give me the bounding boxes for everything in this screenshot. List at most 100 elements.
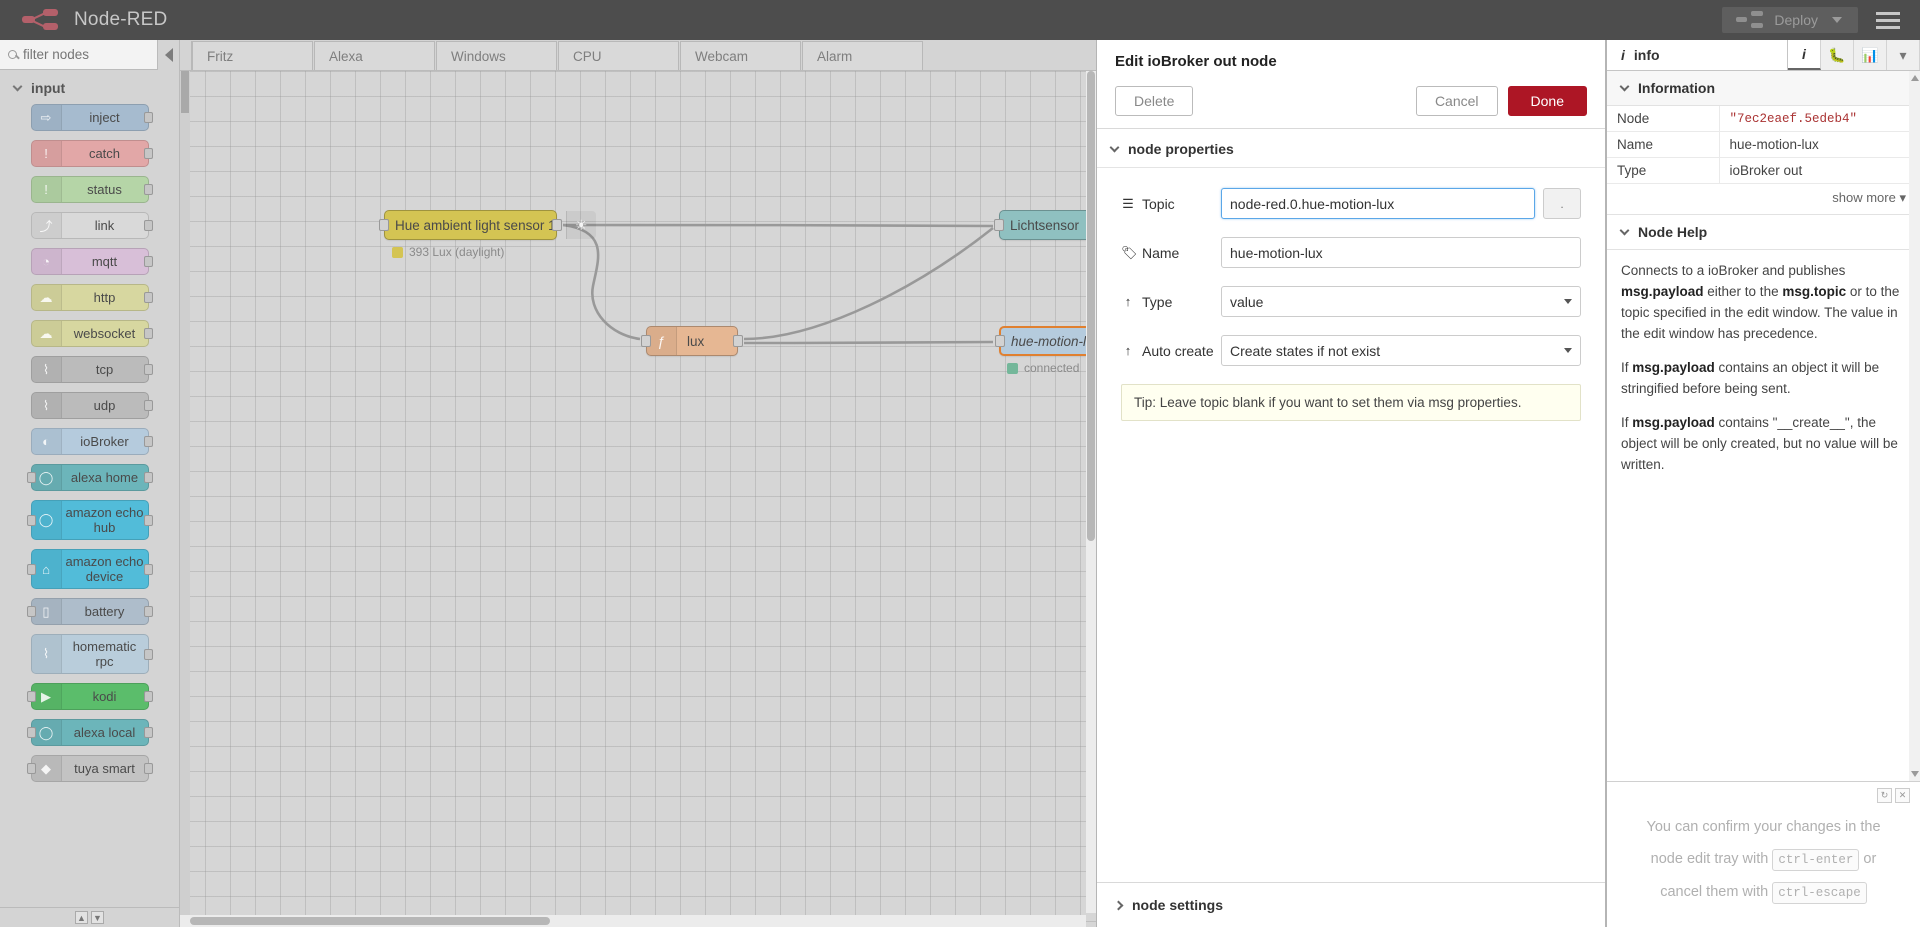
palette-node-input-port [26, 727, 36, 738]
deploy-icon [1736, 11, 1764, 29]
palette-scroll-down-button[interactable]: ▼ [91, 911, 104, 924]
collapse-palette-button[interactable] [157, 40, 179, 70]
chevron-right-icon [1113, 900, 1124, 910]
palette-node-tcp[interactable]: ⌇ tcp [30, 356, 153, 383]
flow-tab-fritz[interactable]: Fritz [192, 41, 313, 70]
status-label: connected [1024, 361, 1080, 375]
flow-tab-cpu[interactable]: CPU [558, 41, 679, 70]
flow-canvas[interactable]: Hue ambient light sensor 1 ☀ 393 Lux (dayl… [180, 71, 1096, 927]
scroll-down-icon[interactable] [1911, 771, 1919, 777]
palette-node-input-port [26, 606, 36, 617]
chevron-down-icon [12, 81, 23, 92]
palette-node-websocket[interactable]: ☁ websocket [30, 320, 153, 347]
sidebar-scrollbar[interactable] [1909, 71, 1920, 781]
cancel-button[interactable]: Cancel [1415, 86, 1498, 116]
sidebar-info-icon[interactable]: i [1788, 40, 1821, 70]
type-select[interactable]: value [1221, 286, 1581, 317]
hamburger-menu-icon[interactable] [1876, 11, 1900, 29]
flow-node-output-port[interactable] [552, 219, 562, 231]
palette-node-icon: ⌇ [31, 357, 62, 382]
sidebar-dashboard-chart-icon[interactable]: 📊 [1854, 40, 1887, 70]
delete-button[interactable]: Delete [1115, 86, 1194, 116]
palette-node-amazon-echo-hub[interactable]: ◯ amazon echo hub [26, 500, 153, 540]
search-input[interactable] [23, 47, 153, 62]
status-label: 393 Lux (daylight) [409, 245, 505, 259]
help-emphasis: msg.payload [1632, 415, 1715, 430]
node-properties-section-header[interactable]: node properties [1097, 129, 1605, 168]
arrow-up-icon: ↑ [1124, 294, 1132, 309]
canvas-horizontal-scrollbar[interactable] [180, 915, 1086, 927]
flow-node-input-port[interactable] [641, 335, 651, 347]
flow-node-input-port[interactable] [379, 219, 389, 231]
palette-node-inject[interactable]: ⇨ inject [30, 104, 153, 131]
info-row: Type ioBroker out [1607, 157, 1920, 184]
palette-node-amazon-echo-device[interactable]: ⌂ amazon echo device [26, 549, 153, 589]
palette-node-input-port [26, 763, 36, 774]
node-settings-section-header[interactable]: node settings [1097, 882, 1605, 927]
palette-node-http[interactable]: ☁ http [30, 284, 153, 311]
notification-buttons: ↻ ✕ [1617, 788, 1910, 803]
tip-box: Tip: Leave topic blank if you want to se… [1121, 384, 1581, 421]
palette-node-kodi[interactable]: ▶ kodi [26, 683, 153, 710]
palette-node-tuya-smart[interactable]: ◆ tuya smart [26, 755, 153, 782]
help-text: Connects to a ioBroker and publishes [1621, 263, 1846, 278]
palette-category-input[interactable]: input [0, 70, 179, 104]
list-icon: ☰ [1122, 195, 1134, 211]
flow-node-input-port[interactable] [994, 219, 1004, 231]
flow-node-lux[interactable]: ƒ lux [641, 326, 743, 356]
name-input[interactable] [1221, 237, 1581, 268]
refresh-icon[interactable]: ↻ [1877, 788, 1892, 803]
flow-tab-webcam[interactable]: Webcam [680, 41, 801, 70]
palette-node-alexa-home[interactable]: ◯ alexa home [26, 464, 153, 491]
flow-node-hue-ambient[interactable]: Hue ambient light sensor 1 ☀ [379, 210, 596, 240]
flow-tab-alarm[interactable]: Alarm [802, 41, 923, 70]
palette-node-icon: ⌂ [31, 550, 62, 588]
tab-info[interactable]: i info [1607, 40, 1788, 70]
flow-node-status: 393 Lux (daylight) [392, 245, 504, 259]
scroll-up-icon[interactable] [1911, 75, 1919, 81]
palette-list[interactable]: input ⇨ inject ! catch ! status ⤴ link ◔ mqtt ☁ htt… [0, 70, 179, 907]
flow-node-hue-motion-lux[interactable]: hue-motion-lux◐ [995, 326, 1096, 356]
deploy-button[interactable]: Deploy [1722, 7, 1858, 33]
topic-input[interactable] [1221, 188, 1535, 219]
autocreate-select[interactable]: Create states if not exist [1221, 335, 1581, 366]
header-actions: Deploy [1722, 7, 1920, 33]
chevron-down-icon[interactable] [1832, 17, 1842, 23]
canvas-vertical-scrollbar[interactable] [1086, 71, 1096, 913]
flow-node-label: hue-motion-lux [1011, 333, 1096, 349]
canvas-left-rail [180, 71, 190, 927]
information-section-header[interactable]: Information [1607, 71, 1920, 106]
notification-line2-post: or [1863, 851, 1877, 867]
topic-extra-button[interactable]: . [1543, 188, 1581, 219]
palette-node-ioBroker[interactable]: ◐ ioBroker [30, 428, 153, 455]
search-icon [8, 50, 17, 59]
close-icon[interactable]: ✕ [1895, 788, 1910, 803]
flow-node-lichtsensor[interactable]: Lichtsensor◔ [994, 210, 1096, 240]
flow-node-label: lux [687, 333, 705, 349]
palette-node-mqtt[interactable]: ◔ mqtt [30, 248, 153, 275]
palette-node-udp[interactable]: ⌇ udp [30, 392, 153, 419]
palette-node-alexa-local[interactable]: ◯ alexa local [26, 719, 153, 746]
show-more-button[interactable]: show more ▾ [1607, 184, 1920, 215]
right-sidebar: i info i 🐛 📊 ▾ Information Node "7ec2eaef… [1606, 40, 1920, 927]
node-help-section-header[interactable]: Node Help [1607, 215, 1920, 250]
flow-node-output-port[interactable] [733, 335, 743, 347]
autocreate-select-value: Create states if not exist [1230, 342, 1381, 359]
sidebar-chevron-down-icon[interactable]: ▾ [1887, 40, 1920, 70]
done-button[interactable]: Done [1507, 86, 1587, 116]
flow-node-icon: ƒ [647, 327, 677, 355]
node-help-body: Connects to a ioBroker and publishes msg… [1607, 250, 1920, 475]
palette-node-label: catch [88, 146, 121, 161]
help-paragraph: Connects to a ioBroker and publishes msg… [1621, 260, 1906, 344]
palette-node-link[interactable]: ⤴ link [30, 212, 153, 239]
palette-footer: ▲ ▼ [0, 907, 179, 927]
palette-scroll-up-button[interactable]: ▲ [75, 911, 88, 924]
palette-node-battery[interactable]: ▯ battery [26, 598, 153, 625]
palette-node-homematic-rpc[interactable]: ⌇ homematic rpc [30, 634, 153, 674]
flow-tab-windows[interactable]: Windows [436, 41, 557, 70]
flow-tab-alexa[interactable]: Alexa [314, 41, 435, 70]
palette-node-catch[interactable]: ! catch [30, 140, 153, 167]
palette-node-status[interactable]: ! status [30, 176, 153, 203]
sidebar-debug-bug-icon[interactable]: 🐛 [1821, 40, 1854, 70]
flow-node-input-port[interactable] [995, 335, 1005, 347]
